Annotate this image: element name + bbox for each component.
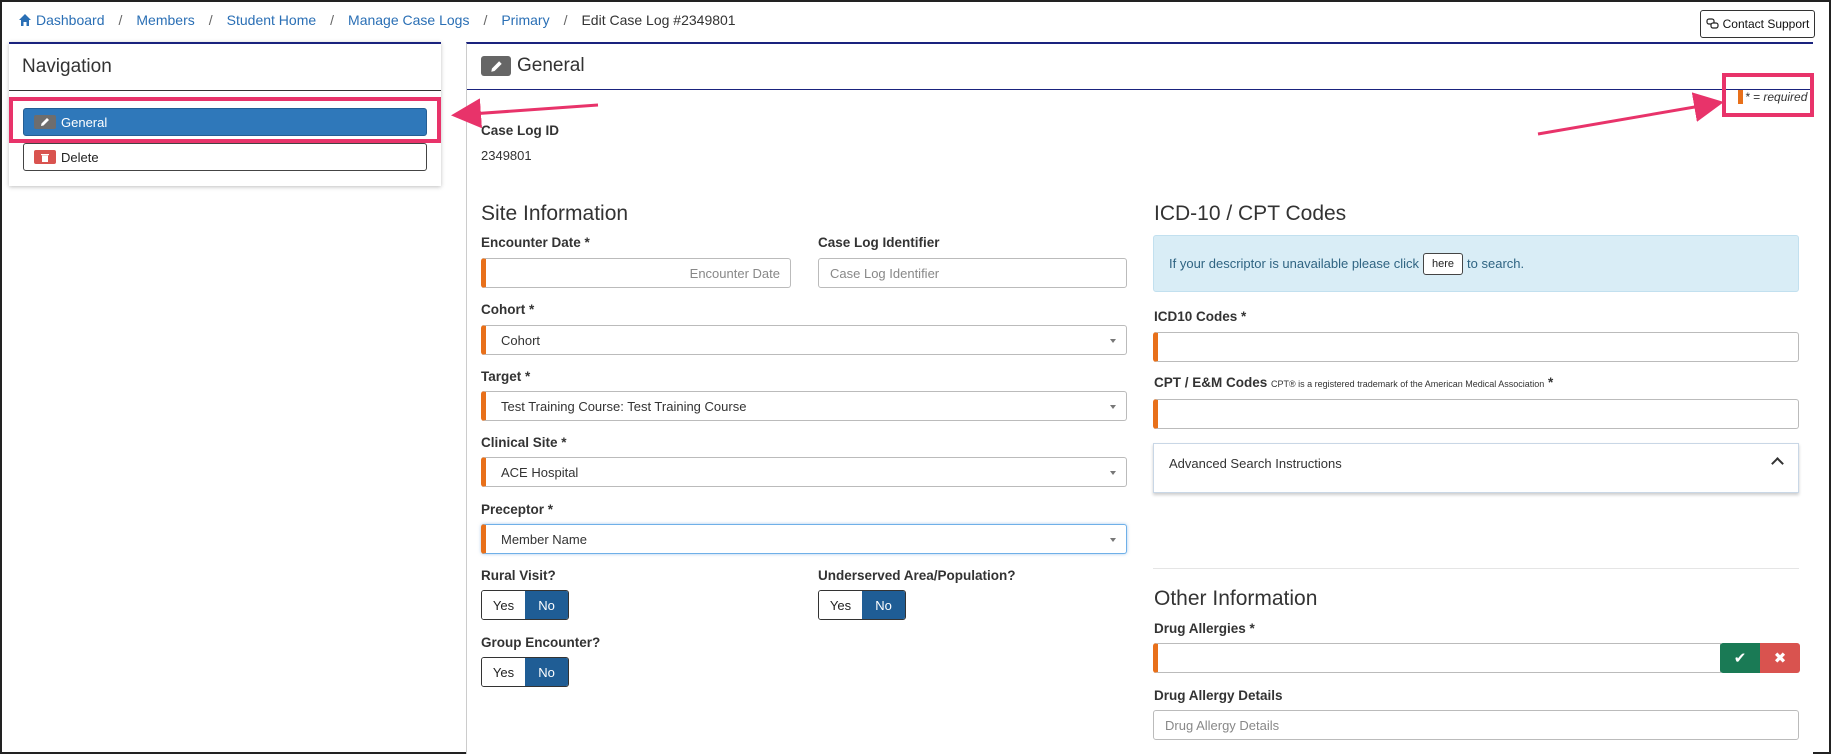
- annotation-arrows: [451, 92, 1724, 136]
- annotation-arrow-required: [1537, 92, 1724, 136]
- annotation-arrow-general: [451, 98, 599, 129]
